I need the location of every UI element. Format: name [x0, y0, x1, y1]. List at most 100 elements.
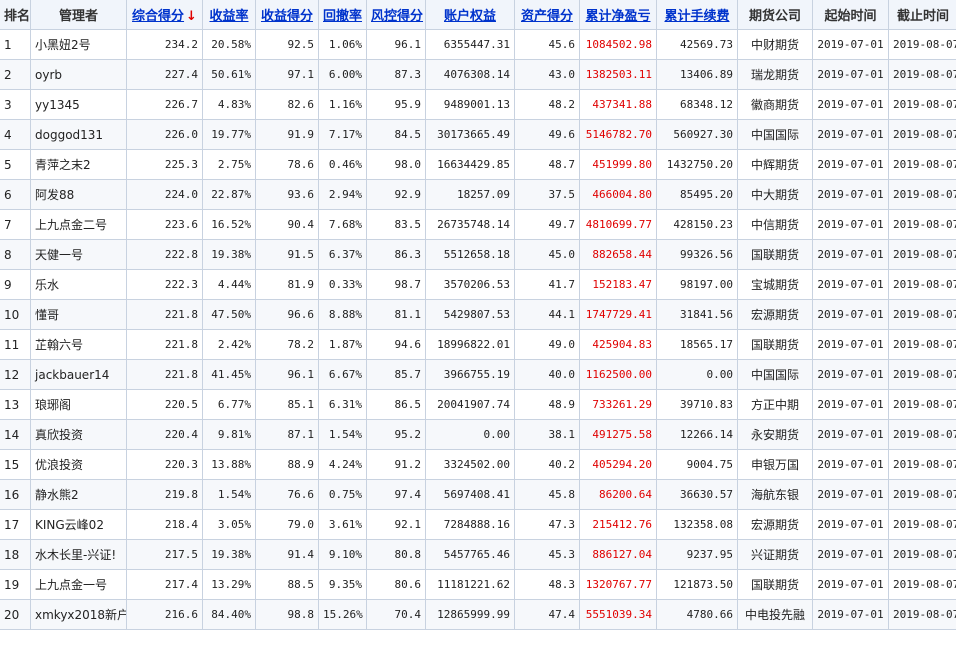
- cell-end-date: 2019-08-07: [888, 449, 956, 480]
- cell-manager[interactable]: yy1345: [30, 89, 127, 120]
- cell-manager[interactable]: 上九点金一号: [30, 569, 127, 600]
- cell-end-date: 2019-08-07: [888, 209, 956, 240]
- cell-end-date: 2019-08-07: [888, 539, 956, 570]
- header-total-score[interactable]: 综合得分 ↓: [126, 0, 203, 30]
- cell-rank: 16: [0, 479, 31, 510]
- header-asset-score[interactable]: 资产得分: [514, 0, 580, 30]
- header-risk-score[interactable]: 风控得分: [366, 0, 426, 30]
- cell-manager[interactable]: jackbauer14: [30, 359, 127, 390]
- cell-equity: 11181221.62: [425, 569, 515, 600]
- cell-risk-score: 91.2: [366, 449, 426, 480]
- cell-return-rate: 41.45%: [202, 359, 256, 390]
- cell-rank: 1: [0, 29, 31, 60]
- header-return-rate[interactable]: 收益率: [202, 0, 256, 30]
- cell-fees: 68348.12: [656, 89, 738, 120]
- cell-start-date: 2019-07-01: [812, 239, 889, 270]
- cell-drawdown: 6.31%: [318, 389, 367, 420]
- cell-equity: 18996822.01: [425, 329, 515, 360]
- header-return-score[interactable]: 收益得分: [255, 0, 319, 30]
- cell-net-profit: 5551039.34: [579, 599, 657, 630]
- cell-net-profit: 451999.80: [579, 149, 657, 180]
- cell-manager[interactable]: 真欣投资: [30, 419, 127, 450]
- cell-asset-score: 47.4: [514, 599, 580, 630]
- cell-start-date: 2019-07-01: [812, 359, 889, 390]
- header-total-score-label[interactable]: 综合得分: [132, 9, 184, 24]
- cell-risk-score: 97.4: [366, 479, 426, 510]
- cell-asset-score: 41.7: [514, 269, 580, 300]
- cell-manager[interactable]: 乐水: [30, 269, 127, 300]
- cell-risk-score: 96.1: [366, 29, 426, 60]
- cell-drawdown: 6.00%: [318, 59, 367, 90]
- cell-manager[interactable]: 优浪投资: [30, 449, 127, 480]
- header-drawdown[interactable]: 回撤率: [318, 0, 367, 30]
- cell-risk-score: 84.5: [366, 119, 426, 150]
- cell-start-date: 2019-07-01: [812, 419, 889, 450]
- cell-fees: 428150.23: [656, 209, 738, 240]
- cell-drawdown: 0.46%: [318, 149, 367, 180]
- cell-return-rate: 84.40%: [202, 599, 256, 630]
- cell-net-profit: 215412.76: [579, 509, 657, 540]
- cell-total-score: 234.2: [126, 29, 203, 60]
- cell-fees: 9004.75: [656, 449, 738, 480]
- cell-total-score: 220.5: [126, 389, 203, 420]
- cell-end-date: 2019-08-07: [888, 509, 956, 540]
- cell-manager[interactable]: KING云峰02: [30, 509, 127, 540]
- cell-equity: 16634429.85: [425, 149, 515, 180]
- cell-net-profit: 1162500.00: [579, 359, 657, 390]
- cell-return-rate: 16.52%: [202, 209, 256, 240]
- cell-broker: 中国国际: [737, 119, 813, 150]
- cell-manager[interactable]: 静水熊2: [30, 479, 127, 510]
- cell-manager[interactable]: 青萍之末2: [30, 149, 127, 180]
- cell-manager[interactable]: xmkyx2018新户: [30, 599, 127, 630]
- cell-equity: 6355447.31: [425, 29, 515, 60]
- ranking-table: 排名 管理者 综合得分 ↓ 收益率 收益得分 回撤率 风控得分 账户权益 资产得分…: [0, 0, 956, 630]
- cell-rank: 10: [0, 299, 31, 330]
- cell-manager[interactable]: oyrb: [30, 59, 127, 90]
- header-net-profit[interactable]: 累计净盈亏: [579, 0, 657, 30]
- header-broker: 期货公司: [737, 0, 813, 30]
- cell-rank: 17: [0, 509, 31, 540]
- header-fees[interactable]: 累计手续费: [656, 0, 738, 30]
- cell-drawdown: 4.24%: [318, 449, 367, 480]
- cell-risk-score: 98.7: [366, 269, 426, 300]
- cell-drawdown: 2.94%: [318, 179, 367, 210]
- cell-return-score: 82.6: [255, 89, 319, 120]
- table-row: 14 真欣投资 220.4 9.81% 87.1 1.54% 95.2 0.00 38.1 491…: [0, 419, 956, 450]
- cell-manager[interactable]: 水木长里-兴证!: [30, 539, 127, 570]
- cell-drawdown: 3.61%: [318, 509, 367, 540]
- cell-manager[interactable]: 阿发88: [30, 179, 127, 210]
- cell-manager[interactable]: 上九点金二号: [30, 209, 127, 240]
- cell-manager[interactable]: 芷翰六号: [30, 329, 127, 360]
- cell-risk-score: 86.5: [366, 389, 426, 420]
- cell-end-date: 2019-08-07: [888, 599, 956, 630]
- cell-net-profit: 1382503.11: [579, 59, 657, 90]
- cell-return-rate: 47.50%: [202, 299, 256, 330]
- cell-manager[interactable]: doggod131: [30, 119, 127, 150]
- cell-fees: 18565.17: [656, 329, 738, 360]
- cell-asset-score: 43.0: [514, 59, 580, 90]
- cell-manager[interactable]: 天健一号: [30, 239, 127, 270]
- cell-net-profit: 152183.47: [579, 269, 657, 300]
- cell-drawdown: 1.06%: [318, 29, 367, 60]
- cell-broker: 瑞龙期货: [737, 59, 813, 90]
- header-equity[interactable]: 账户权益: [425, 0, 515, 30]
- cell-manager[interactable]: 小黑妞2号: [30, 29, 127, 60]
- cell-start-date: 2019-07-01: [812, 599, 889, 630]
- cell-risk-score: 70.4: [366, 599, 426, 630]
- cell-net-profit: 466004.80: [579, 179, 657, 210]
- header-start: 起始时间: [812, 0, 889, 30]
- cell-manager[interactable]: 琅琊阁: [30, 389, 127, 420]
- cell-risk-score: 92.9: [366, 179, 426, 210]
- cell-net-profit: 1747729.41: [579, 299, 657, 330]
- table-row: 7 上九点金二号 223.6 16.52% 90.4 7.68% 83.5 26735748.…: [0, 209, 956, 240]
- cell-return-rate: 19.77%: [202, 119, 256, 150]
- cell-asset-score: 45.8: [514, 479, 580, 510]
- cell-drawdown: 1.16%: [318, 89, 367, 120]
- cell-asset-score: 40.2: [514, 449, 580, 480]
- cell-rank: 5: [0, 149, 31, 180]
- cell-total-score: 221.8: [126, 299, 203, 330]
- cell-risk-score: 87.3: [366, 59, 426, 90]
- cell-manager[interactable]: 懂哥: [30, 299, 127, 330]
- cell-return-score: 96.1: [255, 359, 319, 390]
- cell-end-date: 2019-08-07: [888, 119, 956, 150]
